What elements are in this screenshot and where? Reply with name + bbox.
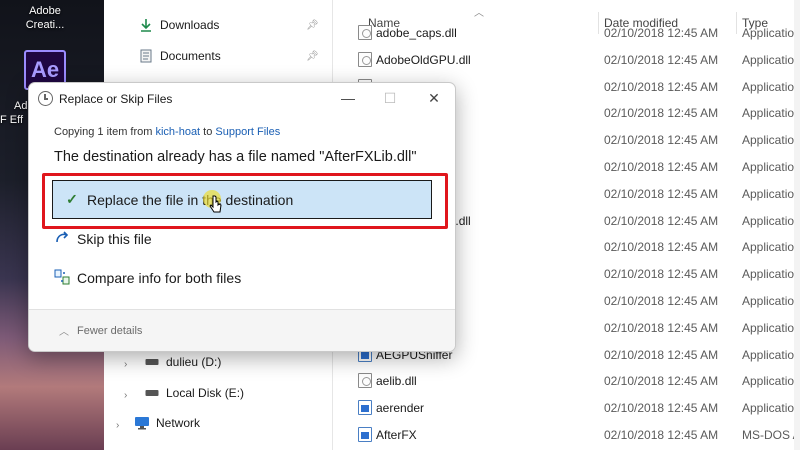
option-label: Compare info for both files (77, 270, 242, 286)
compare-files-option[interactable]: Compare info for both files (53, 260, 241, 296)
nav-item-network[interactable]: Network (134, 416, 200, 430)
drive-icon (144, 355, 160, 369)
nav-item-downloads[interactable]: Downloads (138, 18, 219, 32)
file-row[interactable]: adobe_caps.dll 02/10/2018 12:45 AM Applica… (336, 20, 800, 46)
file-type: Application (742, 26, 800, 40)
nav-item-label: Documents (160, 49, 221, 63)
file-date-modified: 02/10/2018 12:45 AM (604, 240, 719, 255)
network-icon (134, 416, 150, 430)
fewer-details-toggle[interactable]: ︿ Fewer details (59, 323, 143, 339)
nav-item-label: Downloads (160, 18, 220, 32)
file-date-modified: 02/10/2018 12:45 AM (604, 160, 719, 174)
file-date-modified: 02/10/2018 12:45 AM (604, 401, 719, 416)
download-icon (138, 18, 154, 32)
application-file-icon (358, 427, 372, 442)
file-date-modified: 02/10/2018 12:45 AM (604, 213, 719, 228)
drive-icon (144, 386, 160, 400)
maximize-button: ☐ (383, 89, 397, 106)
dialog-footer: ︿ Fewer details (29, 309, 455, 351)
file-type: MS-DOS Ap (742, 428, 800, 442)
file-date-modified: 02/10/2018 12:45 AM (604, 106, 719, 121)
file-row[interactable]: AfterFX 02/10/2018 12:45 AM MS-DOS Ap (336, 422, 800, 448)
file-date-modified: 02/10/2018 12:45 AM (604, 52, 719, 67)
file-type: Application (742, 160, 800, 174)
file-type: Application (742, 79, 800, 94)
file-row[interactable]: aerender 02/10/2018 12:45 AM Application (336, 395, 800, 421)
chevron-right-icon[interactable]: › (124, 390, 127, 401)
minimize-button[interactable]: — (333, 87, 363, 109)
file-row[interactable]: aelib.dll 02/10/2018 12:45 AM Application (336, 368, 800, 394)
fewer-details-label: Fewer details (77, 324, 143, 337)
file-date-modified: 02/10/2018 12:45 AM (604, 347, 719, 362)
file-type: Application (742, 320, 800, 335)
file-type: Application (742, 52, 800, 67)
file-row[interactable]: AdobeOldGPU.dll 02/10/2018 12:45 AM Applic… (336, 47, 800, 73)
file-name: adobe_caps.dll (376, 26, 457, 40)
file-name: AdobeOldGPU.dll (376, 52, 471, 67)
file-type: Application (742, 240, 800, 255)
file-type: Application (742, 213, 800, 228)
nav-item-documents[interactable]: Documents (138, 49, 221, 63)
file-type: Application (742, 106, 800, 121)
pin-icon[interactable]: 📌︎ (306, 51, 319, 62)
file-type: Application (742, 186, 800, 201)
file-name: aelib.dll (376, 374, 417, 389)
file-name: AfterFX (376, 428, 417, 442)
highlight-annotation (42, 173, 448, 229)
file-type: Application (742, 374, 800, 389)
close-button[interactable]: ✕ (419, 87, 449, 109)
nav-item-drive-d[interactable]: dulieu (D:) (144, 355, 221, 369)
file-date-modified: 02/10/2018 12:45 AM (604, 26, 719, 40)
application-file-icon (358, 400, 372, 416)
file-type: Application (742, 347, 800, 362)
file-date-modified: 02/10/2018 12:45 AM (604, 186, 719, 201)
file-date-modified: 02/10/2018 12:45 AM (604, 267, 719, 282)
copy-to: to (200, 126, 216, 138)
chevron-right-icon[interactable]: › (124, 359, 127, 370)
file-name: aerender (376, 401, 425, 416)
skip-icon (53, 230, 71, 249)
file-type: Application (742, 133, 800, 148)
nav-item-label: Network (156, 416, 201, 430)
destination-message: The destination already has a file named… (54, 149, 417, 165)
copy-prefix: Copying 1 item from (54, 126, 156, 138)
sort-caret-icon[interactable]: ︿ (474, 4, 484, 19)
clock-icon (38, 91, 53, 106)
documents-icon (138, 49, 154, 63)
replace-or-skip-dialog: Replace or Skip Files — ☐ ✕ Copying 1 it… (28, 82, 456, 352)
destination-folder-link[interactable]: Support Files (215, 126, 280, 138)
file-type: Application (742, 294, 800, 308)
nav-item-label: Local Disk (E:) (166, 386, 245, 400)
dll-file-icon (358, 51, 372, 67)
nav-item-label: dulieu (D:) (166, 355, 222, 369)
dll-file-icon (358, 373, 372, 389)
source-folder-link[interactable]: kich-hoat (155, 126, 200, 138)
desktop-icon-label-fragment: F Eff (0, 114, 24, 126)
dialog-title: Replace or Skip Files (59, 92, 173, 106)
desktop-icon-label[interactable]: Adobe Creati... (10, 4, 80, 32)
file-type: Application (742, 401, 800, 416)
file-date-modified: 02/10/2018 12:45 AM (604, 374, 719, 389)
nav-item-drive-e[interactable]: Local Disk (E:) (144, 386, 244, 400)
compare-icon (53, 269, 71, 288)
pin-icon[interactable]: 📌︎ (306, 20, 319, 31)
file-date-modified: 02/10/2018 12:45 AM (604, 133, 719, 148)
file-date-modified: 02/10/2018 12:45 AM (604, 320, 719, 335)
dll-file-icon (358, 25, 372, 40)
copy-progress-text: Copying 1 item from kich-hoat to Support… (54, 126, 280, 138)
scrollbar[interactable] (794, 0, 800, 450)
file-date-modified: 02/10/2018 12:45 AM (604, 428, 719, 442)
file-date-modified: 02/10/2018 12:45 AM (604, 294, 719, 308)
desktop-icon-label-fragment: Ad (14, 100, 28, 112)
mouse-cursor-icon (209, 195, 222, 213)
file-date-modified: 02/10/2018 12:45 AM (604, 79, 719, 94)
file-type: Application (742, 267, 800, 282)
chevron-right-icon[interactable]: › (116, 420, 119, 431)
chevron-up-icon: ︿ (59, 327, 69, 338)
option-label: Skip this file (77, 231, 152, 247)
